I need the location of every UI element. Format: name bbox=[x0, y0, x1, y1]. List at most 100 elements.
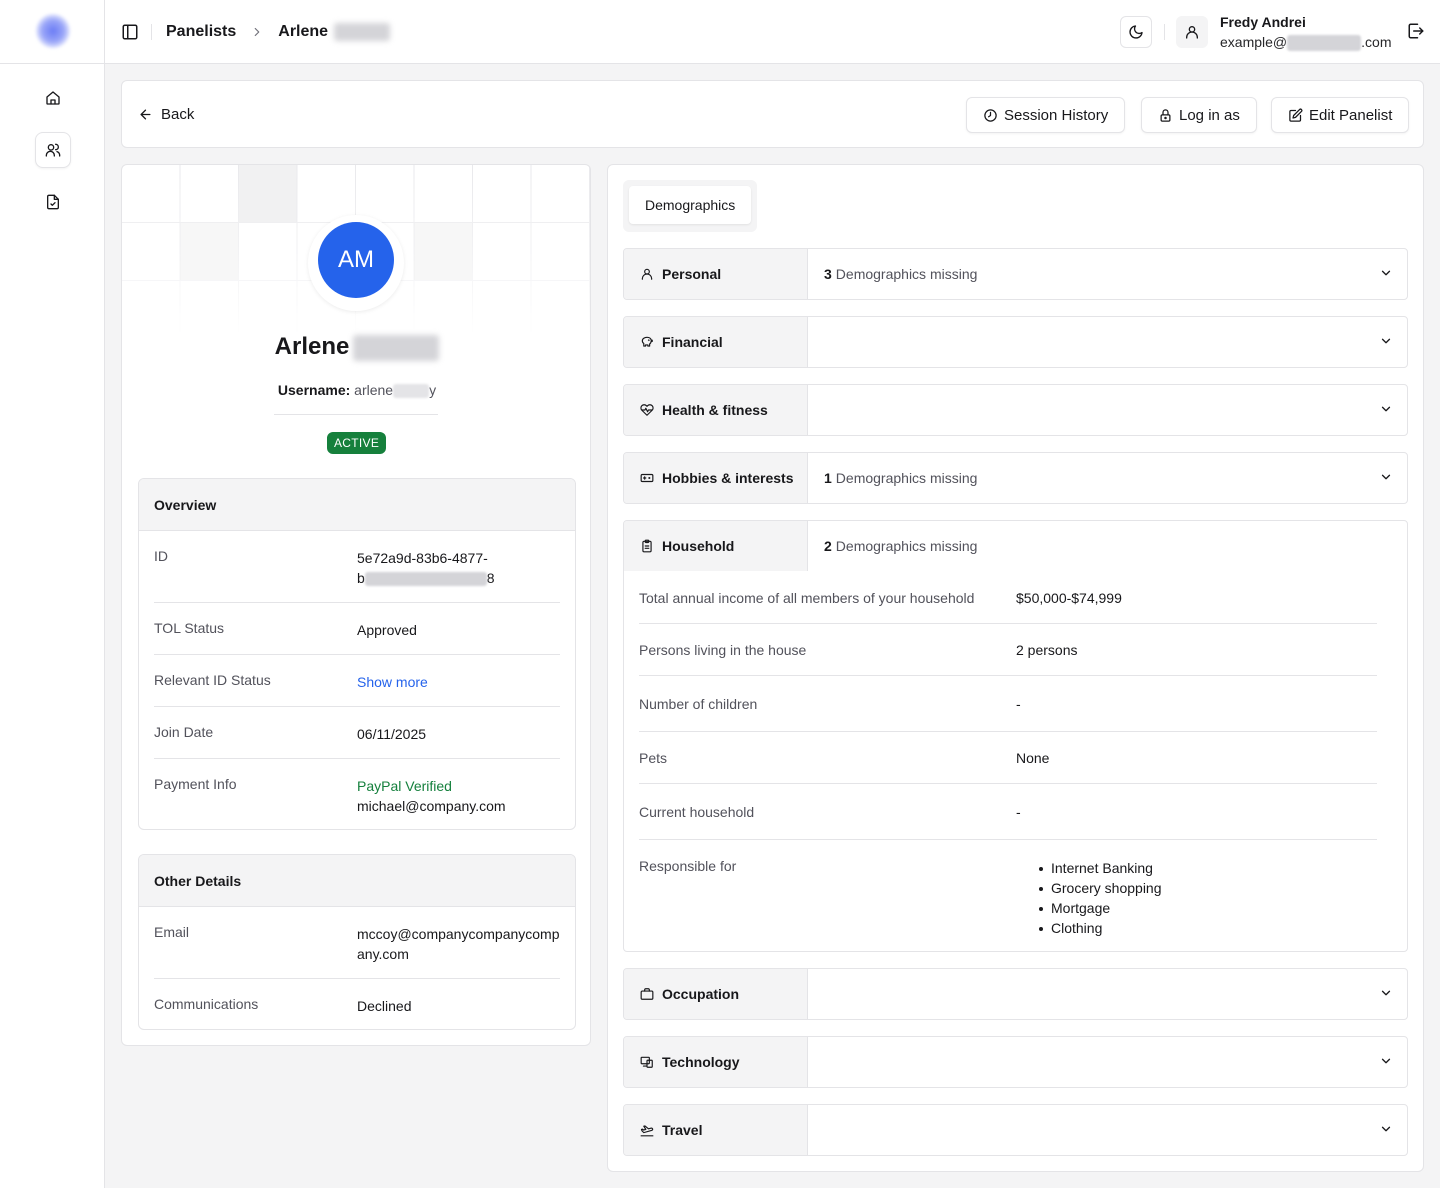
redacted-email-domain bbox=[1287, 35, 1362, 52]
accordion-hobbies[interactable]: Hobbies & interests 1 Demographics missin… bbox=[623, 452, 1408, 504]
lock-icon bbox=[1158, 108, 1173, 123]
action-bar: Back Session History Log in as Edit Pane… bbox=[121, 80, 1424, 148]
nav-surveys[interactable] bbox=[35, 184, 71, 220]
show-more-link[interactable]: Show more bbox=[357, 672, 562, 692]
sidebar bbox=[0, 0, 105, 1188]
missing-text: Demographics missing bbox=[835, 470, 978, 486]
row-label: Email bbox=[154, 924, 190, 940]
row-divider bbox=[154, 758, 560, 759]
briefcase-icon bbox=[640, 987, 654, 1001]
profile-avatar: AM bbox=[318, 222, 394, 298]
login-as-label: Log in as bbox=[1179, 106, 1240, 124]
nav-home[interactable] bbox=[35, 80, 71, 116]
edit-panelist-button[interactable]: Edit Panelist bbox=[1271, 97, 1410, 133]
status-badge: ACTIVE bbox=[327, 432, 387, 454]
other-row-email: Email mccoy@companycompanycompany.com bbox=[154, 924, 560, 964]
username-value-start: arlene bbox=[354, 382, 394, 398]
responsible-list: Internet Banking Grocery shopping Mortga… bbox=[1037, 858, 1162, 938]
accordion-label: Health & fitness bbox=[624, 385, 808, 435]
row-label: Pets bbox=[639, 750, 668, 766]
profile-first-name: Arlene bbox=[274, 333, 350, 360]
row-divider bbox=[154, 978, 560, 979]
session-history-button[interactable]: Session History bbox=[966, 97, 1126, 133]
missing-status: 3 Demographics missing bbox=[824, 249, 977, 299]
chevron-down-icon[interactable] bbox=[1379, 402, 1393, 416]
row-label: TOL Status bbox=[154, 620, 225, 636]
accordion-household[interactable]: Household 2 Demographics missing Total an… bbox=[623, 520, 1408, 952]
row-label: Number of children bbox=[639, 696, 758, 712]
row-divider bbox=[154, 602, 560, 603]
overview-title: Overview bbox=[139, 479, 575, 531]
user-email: example@ .com bbox=[1220, 34, 1392, 52]
sidebar-toggle-icon[interactable] bbox=[121, 23, 139, 41]
overview-row-join-date: Join Date 06/11/2025 bbox=[154, 724, 560, 744]
row-value: PayPal Verified michael@company.com bbox=[357, 776, 562, 816]
row-divider bbox=[639, 675, 1377, 676]
user-email-suffix: .com bbox=[1361, 34, 1392, 50]
piggy-bank-icon bbox=[640, 335, 654, 349]
household-row: Persons living in the house 2 persons bbox=[639, 642, 1377, 662]
overview-section: Overview ID 5e72a9d-83b6-4877- b 8 TOL Sta… bbox=[138, 478, 576, 830]
accordion-travel[interactable]: Travel bbox=[623, 1104, 1408, 1156]
tab-list: Demographics bbox=[623, 180, 758, 232]
redacted-id bbox=[364, 572, 487, 587]
app-logo[interactable] bbox=[36, 14, 70, 48]
plane-icon bbox=[640, 1123, 654, 1137]
accordion-health[interactable]: Health & fitness bbox=[623, 384, 1408, 436]
overview-row-relevant-id: Relevant ID Status Show more bbox=[154, 672, 560, 692]
logout-button[interactable] bbox=[1407, 22, 1425, 40]
accordion-occupation[interactable]: Occupation bbox=[623, 968, 1408, 1020]
accordion-personal[interactable]: Personal 3 Demographics missing bbox=[623, 248, 1408, 300]
breadcrumb-panelists[interactable]: Panelists bbox=[166, 23, 236, 41]
chevron-down-icon[interactable] bbox=[1379, 1122, 1393, 1136]
theme-toggle-button[interactable] bbox=[1120, 16, 1152, 48]
back-button[interactable]: Back bbox=[138, 81, 194, 147]
id-line2-start: b bbox=[357, 570, 365, 586]
demographics-card: Demographics Personal 3 Demographics miss… bbox=[607, 164, 1424, 1172]
redacted-username bbox=[393, 384, 430, 399]
top-header: Panelists Arlene Fredy Andrei example@ .c… bbox=[105, 0, 1440, 64]
chevron-down-icon[interactable] bbox=[1379, 1054, 1393, 1068]
breadcrumb: Panelists Arlene bbox=[121, 0, 391, 64]
household-row: Responsible for Internet Banking Grocery… bbox=[639, 858, 1377, 938]
back-label: Back bbox=[161, 105, 195, 123]
household-row: Number of children - bbox=[639, 696, 1377, 716]
missing-text: Demographics missing bbox=[835, 538, 978, 554]
row-value: 2 persons bbox=[1016, 642, 1078, 658]
overview-row-id: ID 5e72a9d-83b6-4877- b 8 bbox=[154, 548, 560, 588]
nav-panelists[interactable] bbox=[35, 132, 71, 168]
row-value: 5e72a9d-83b6-4877- b 8 bbox=[357, 548, 562, 588]
tab-demographics[interactable]: Demographics bbox=[629, 186, 752, 224]
user-email-prefix: example@ bbox=[1220, 34, 1288, 50]
chevron-down-icon[interactable] bbox=[1379, 986, 1393, 1000]
paypal-email: michael@company.com bbox=[357, 798, 506, 814]
username-label: Username: bbox=[277, 382, 351, 398]
chevron-down-icon[interactable] bbox=[1379, 266, 1393, 280]
profile-card: AM Arlene Username: arlene y ACTIVE Overv… bbox=[121, 164, 591, 1046]
clipboard-icon bbox=[640, 539, 654, 553]
breadcrumb-current: Arlene bbox=[278, 23, 329, 40]
accordion-financial[interactable]: Financial bbox=[623, 316, 1408, 368]
username-value-end: y bbox=[429, 382, 437, 398]
user-avatar[interactable] bbox=[1176, 16, 1208, 48]
row-divider bbox=[639, 731, 1377, 732]
login-as-button[interactable]: Log in as bbox=[1141, 97, 1257, 133]
overview-row-tol: TOL Status Approved bbox=[154, 620, 560, 640]
arrow-left-icon bbox=[138, 107, 153, 122]
chevron-down-icon[interactable] bbox=[1379, 470, 1393, 484]
edit-icon bbox=[1288, 108, 1303, 123]
row-divider bbox=[639, 839, 1377, 840]
accordion-technology[interactable]: Technology bbox=[623, 1036, 1408, 1088]
redacted-surname bbox=[334, 23, 391, 41]
id-line2-end: 8 bbox=[486, 570, 495, 586]
category-name: Technology bbox=[662, 1054, 740, 1070]
row-value: Declined bbox=[357, 998, 412, 1014]
missing-status: 2 Demographics missing bbox=[824, 521, 977, 571]
row-value: Approved bbox=[357, 622, 417, 638]
category-name: Health & fitness bbox=[662, 402, 768, 418]
accordion-label: Financial bbox=[624, 317, 808, 367]
profile-username: Username: arlene y bbox=[122, 382, 590, 399]
chevron-down-icon[interactable] bbox=[1379, 334, 1393, 348]
accordion-label: Travel bbox=[624, 1105, 808, 1155]
household-row: Total annual income of all members of yo… bbox=[639, 590, 1377, 610]
